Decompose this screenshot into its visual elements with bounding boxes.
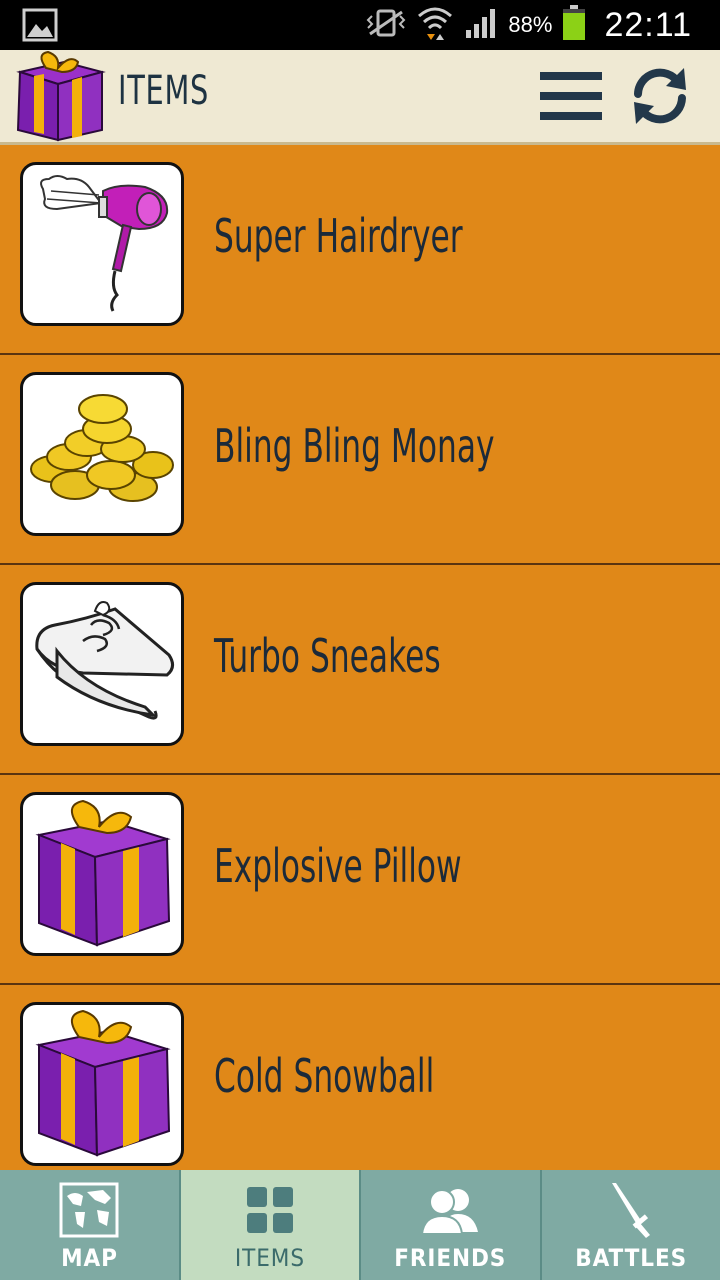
clock: 22:11 bbox=[604, 5, 692, 44]
gallery-icon bbox=[22, 8, 58, 46]
gift-box-icon bbox=[12, 50, 108, 146]
tab-friends[interactable]: FRIENDS bbox=[361, 1170, 542, 1280]
item-label: Super Hairdryer bbox=[214, 209, 463, 263]
battery-percent: 88% bbox=[508, 12, 553, 37]
tab-label: FRIENDS bbox=[394, 1244, 507, 1272]
tab-items[interactable]: ITEMS bbox=[180, 1170, 361, 1280]
wifi-icon bbox=[416, 4, 454, 46]
item-thumbnail bbox=[20, 582, 184, 746]
gift-box-icon bbox=[35, 1009, 171, 1157]
tab-map[interactable]: MAP bbox=[0, 1170, 181, 1280]
list-item[interactable]: Explosive Pillow bbox=[0, 775, 720, 985]
world-map-icon bbox=[59, 1180, 119, 1240]
item-thumbnail bbox=[20, 162, 184, 326]
tab-label: ITEMS bbox=[234, 1244, 305, 1272]
gift-box-icon bbox=[35, 799, 171, 947]
tab-battles[interactable]: BATTLES bbox=[542, 1170, 720, 1280]
item-label: Explosive Pillow bbox=[214, 839, 462, 893]
vibrate-icon bbox=[366, 8, 406, 42]
bottom-nav: MAP ITEMS FRIENDS BATTLES bbox=[0, 1170, 720, 1280]
items-list: Super Hairdryer Bling Bling Monay Turbo … bbox=[0, 145, 720, 1170]
item-label: Turbo Sneakes bbox=[214, 629, 441, 683]
item-label: Cold Snowball bbox=[214, 1049, 435, 1103]
grid-icon bbox=[246, 1180, 293, 1240]
hairdryer-icon bbox=[40, 175, 169, 312]
sneakers-icon bbox=[35, 601, 174, 720]
gold-coins-icon bbox=[30, 394, 174, 502]
page-title: ITEMS bbox=[118, 68, 210, 114]
tab-label: BATTLES bbox=[574, 1244, 687, 1272]
people-icon bbox=[420, 1180, 480, 1240]
tab-label: MAP bbox=[60, 1244, 118, 1272]
item-thumbnail bbox=[20, 372, 184, 536]
list-item[interactable]: Bling Bling Monay bbox=[0, 355, 720, 565]
item-thumbnail bbox=[20, 1002, 184, 1166]
hamburger-menu-icon[interactable] bbox=[540, 70, 602, 122]
signal-icon bbox=[464, 6, 498, 44]
refresh-icon[interactable] bbox=[628, 64, 692, 128]
sword-icon bbox=[606, 1180, 656, 1240]
list-item[interactable]: Cold Snowball bbox=[0, 985, 720, 1170]
item-label: Bling Bling Monay bbox=[214, 419, 495, 473]
status-bar: 88% 22:11 bbox=[0, 0, 720, 50]
battery-icon bbox=[562, 5, 586, 45]
app-bar: ITEMS bbox=[0, 50, 720, 145]
list-item[interactable]: Super Hairdryer bbox=[0, 145, 720, 355]
item-thumbnail bbox=[20, 792, 184, 956]
list-item[interactable]: Turbo Sneakes bbox=[0, 565, 720, 775]
